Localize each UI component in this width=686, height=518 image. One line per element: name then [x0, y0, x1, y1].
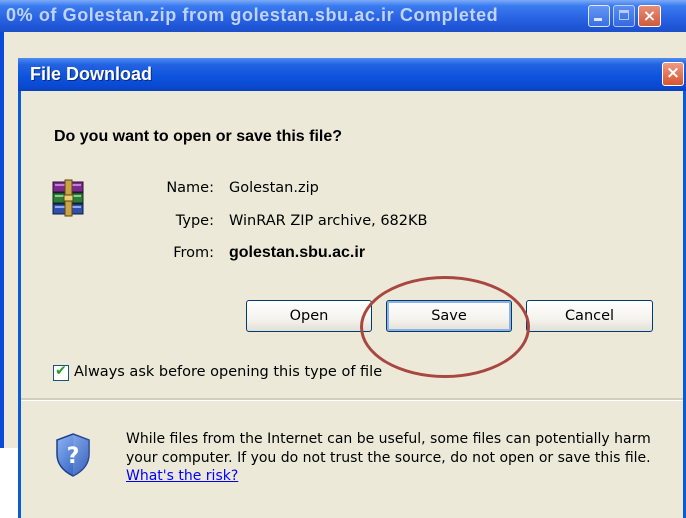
file-source: golestan.sbu.ac.ir — [229, 244, 366, 261]
svg-text:?: ? — [67, 444, 80, 469]
checkmark-icon: ✔ — [55, 363, 67, 379]
dialog-title: File Download — [30, 64, 153, 84]
always-ask-label[interactable]: Always ask before opening this type of f… — [74, 364, 382, 380]
maximize-icon — [619, 10, 629, 20]
always-ask-checkbox[interactable]: ✔ — [53, 363, 69, 381]
security-warning: While files from the Internet can be use… — [126, 430, 666, 486]
shield-question-icon: ? — [56, 433, 90, 477]
download-progress-titlebar[interactable]: 0% of Golestan.zip from golestan.sbu.ac.… — [0, 0, 686, 32]
minimize-button[interactable] — [588, 5, 610, 27]
dialog-titlebar[interactable]: File Download × — [18, 58, 686, 91]
winrar-archive-icon — [52, 179, 84, 217]
divider — [21, 398, 683, 401]
background-close-button[interactable]: × — [638, 5, 661, 27]
file-type: WinRAR ZIP archive, 682KB — [229, 213, 428, 229]
close-icon: × — [642, 6, 657, 25]
maximize-button[interactable] — [613, 5, 635, 27]
whats-the-risk-link[interactable]: What's the risk? — [126, 468, 238, 484]
warning-text: While files from the Internet can be use… — [126, 431, 651, 466]
dialog-close-button[interactable]: × — [662, 62, 684, 86]
file-name: Golestan.zip — [229, 180, 319, 196]
dialog-question: Do you want to open or save this file? — [54, 128, 343, 145]
cancel-button[interactable]: Cancel — [526, 300, 653, 332]
name-label: Name: — [166, 180, 214, 196]
minimize-icon — [594, 18, 602, 21]
close-icon: × — [665, 63, 681, 83]
download-progress-title: 0% of Golestan.zip from golestan.sbu.ac.… — [6, 5, 499, 25]
from-label: From: — [173, 245, 214, 261]
open-button[interactable]: Open — [246, 300, 372, 332]
type-label: Type: — [175, 213, 214, 229]
save-button[interactable]: Save — [386, 300, 512, 332]
